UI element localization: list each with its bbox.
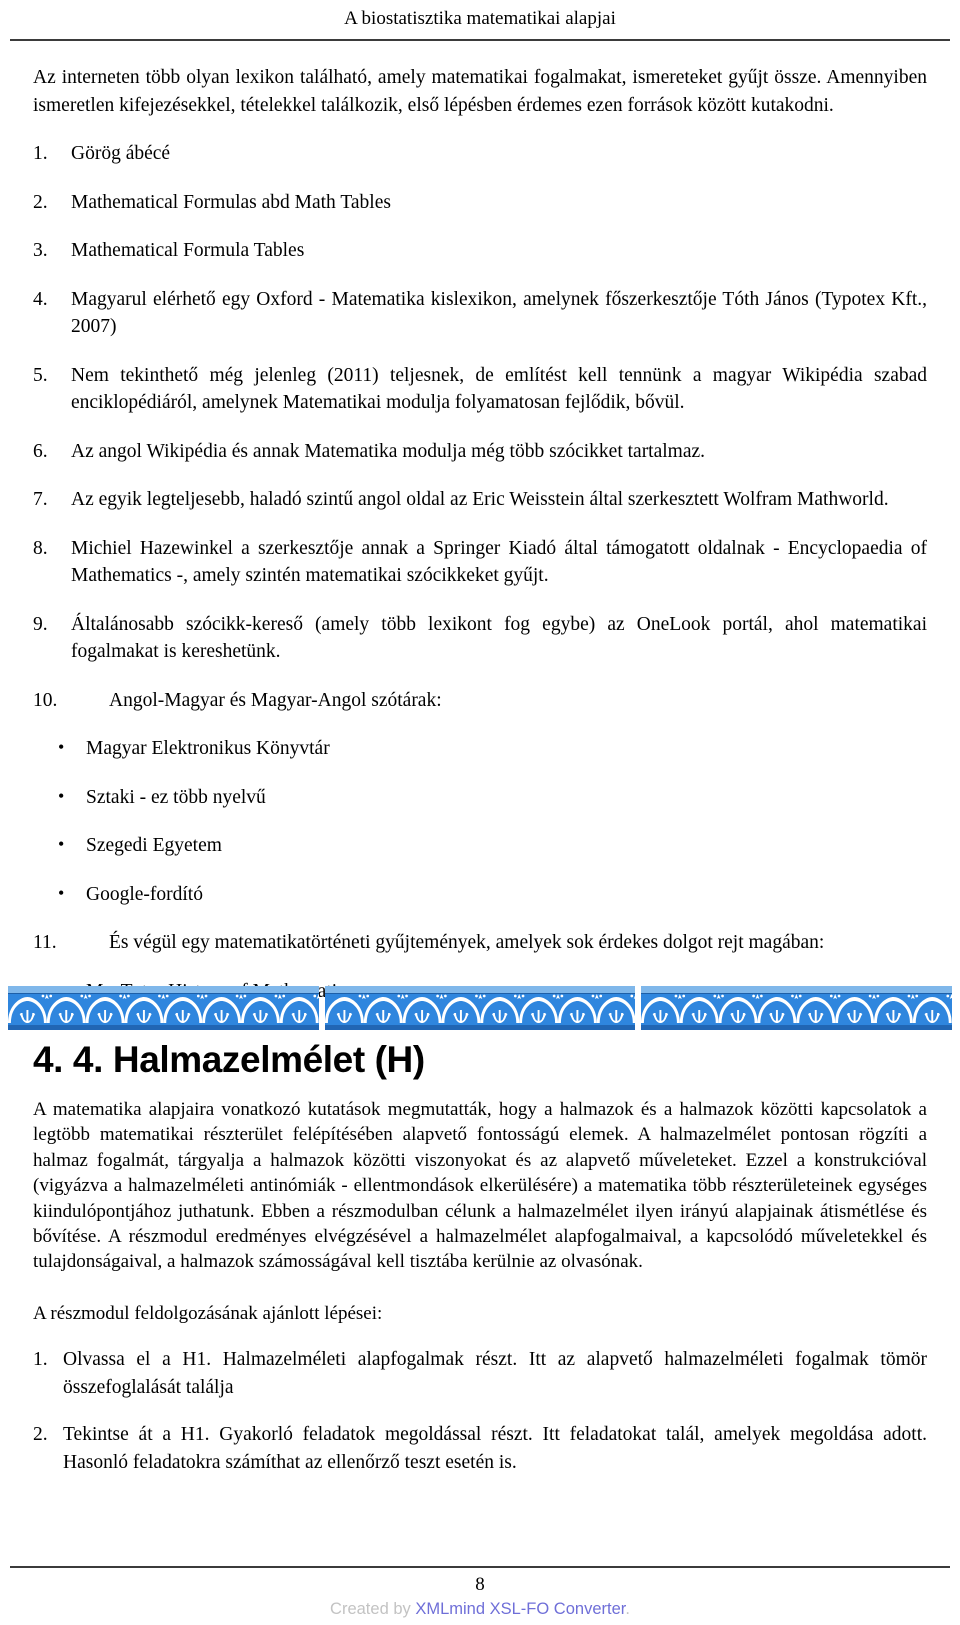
list-item-text: Szegedi Egyetem (86, 835, 222, 856)
list-item: 4. Magyarul elérhető egy Oxford - Matema… (33, 286, 927, 341)
banner-bottom-band (8, 1025, 319, 1030)
list-item-text: Mathematical Formula Tables (71, 240, 305, 261)
list-marker: 5. (33, 364, 48, 386)
intro-paragraph: Az interneten több olyan lexikon találha… (33, 67, 927, 116)
bullet-glyph-icon: • (58, 785, 65, 806)
list-marker: 3. (33, 240, 48, 261)
steps-intro-paragraph: A részmodul feldolgozásának ajánlott lép… (33, 1302, 383, 1324)
attribution-period: . (625, 1600, 630, 1618)
palmette-motif-icon (8, 993, 319, 1025)
list-item: 1. Görög ábécé (33, 140, 927, 168)
list-item-text: Google-fordító (86, 883, 203, 905)
running-header-title: A biostatisztika matematikai alapjai (344, 8, 616, 29)
list-item-text: Magyarul elérhető egy Oxford - Matematik… (71, 288, 927, 338)
list-marker: 4. (33, 288, 48, 310)
page-content-lower: A matematika alapjaira vonatkozó kutatás… (33, 1097, 927, 1476)
history-list: 11. És végül egy matematikatörténeti gyű… (33, 929, 927, 957)
list-item-text: Magyar Elektronikus Könyvtár (86, 738, 330, 759)
list-marker: 10. (33, 689, 58, 711)
list-marker: 8. (33, 537, 48, 559)
banner-segment (324, 986, 636, 1030)
list-item: 2. Mathematical Formulas abd Math Tables (33, 189, 927, 217)
list-marker: 1. (33, 143, 48, 164)
list-item-text: Általánosabb szócikk-kereső (amely több … (71, 613, 927, 663)
list-marker: 6. (33, 440, 48, 462)
dictionary-bullet-list: • Magyar Elektronikus Könyvtár • Sztaki … (33, 735, 927, 908)
decorative-banner (8, 986, 953, 1030)
list-item-text: Nem tekinthető még jelenleg (2011) telje… (71, 364, 927, 414)
list-marker: 1. (33, 1349, 48, 1371)
list-marker: 9. (33, 613, 48, 635)
banner-bottom-band (324, 1025, 636, 1030)
steps-list: 1. Olvassa el a H1. Halmazelméleti alapf… (33, 1346, 927, 1476)
list-item-dictionaries: 10. Angol-Magyar és Magyar-Angol szótára… (33, 687, 927, 715)
list-item-text: Olvassa el a H1. Halmazelméleti alapfoga… (63, 1349, 927, 1398)
bullet-glyph-icon: • (58, 737, 65, 757)
header-divider-rule (10, 39, 950, 41)
list-item: • Szegedi Egyetem (56, 832, 927, 860)
list-item-text: Sztaki - ez több nyelvű (86, 786, 266, 808)
list-item: • Sztaki - ez több nyelvű (56, 784, 927, 812)
list-item: 8. Michiel Hazewinkel a szerkesztője ann… (33, 535, 927, 590)
list-item-text: Az egyik legteljesebb, haladó szintű ang… (71, 489, 889, 510)
page-number: 8 (475, 1574, 485, 1595)
resource-list: 1. Görög ábécé 2. Mathematical Formulas … (33, 140, 927, 714)
banner-segment (641, 986, 953, 1030)
list-item-text: Angol-Magyar és Magyar-Angol szótárak: (109, 689, 442, 711)
list-marker: 2. (33, 1424, 48, 1446)
section-heading: 4. 4. Halmazelmélet (H) (33, 1039, 425, 1080)
list-item: 9. Általánosabb szócikk-kereső (amely tö… (33, 611, 927, 666)
list-item-text: És végül egy matematikatörténeti gyűjtem… (109, 932, 825, 953)
list-item: 7. Az egyik legteljesebb, haladó szintű … (33, 486, 927, 514)
banner-bottom-band (641, 1025, 953, 1030)
list-item: • Magyar Elektronikus Könyvtár (56, 735, 927, 763)
section-paragraph: A matematika alapjaira vonatkozó kutatás… (33, 1099, 927, 1273)
list-marker: 11. (33, 932, 57, 953)
palmette-motif-icon (641, 993, 953, 1025)
palmette-motif-icon (324, 993, 636, 1025)
document-page: A biostatisztika matematikai alapjai Az … (0, 0, 960, 1625)
bullet-glyph-icon: • (58, 882, 65, 903)
banner-segment (8, 986, 319, 1030)
footer-divider-rule (10, 1566, 950, 1568)
bullet-glyph-icon: • (58, 834, 65, 854)
list-item-text: Michiel Hazewinkel a szerkesztője annak … (71, 537, 927, 587)
list-item: 5. Nem tekinthető még jelenleg (2011) te… (33, 362, 927, 417)
list-item-history: 11. És végül egy matematikatörténeti gyű… (33, 929, 927, 957)
list-item: • Google-fordító (56, 881, 927, 909)
list-item-text: Mathematical Formulas abd Math Tables (71, 191, 391, 213)
list-item: 6. Az angol Wikipédia és annak Matematik… (33, 438, 927, 466)
list-marker: 2. (33, 191, 48, 213)
list-item-text: Az angol Wikipédia és annak Matematika m… (71, 440, 706, 462)
list-item: 2. Tekintse át a H1. Gyakorló feladatok … (33, 1421, 927, 1476)
attribution-prefix: Created by (330, 1600, 416, 1618)
list-item: 1. Olvassa el a H1. Halmazelméleti alapf… (33, 1346, 927, 1401)
list-item-text: Tekintse át a H1. Gyakorló feladatok meg… (63, 1424, 927, 1473)
attribution-brand-link[interactable]: XMLmind XSL-FO Converter (415, 1600, 625, 1618)
page-content-upper: Az interneten több olyan lexikon találha… (33, 64, 927, 1005)
converter-attribution: Created by XMLmind XSL-FO Converter. (0, 1598, 960, 1620)
list-item: 3. Mathematical Formula Tables (33, 237, 927, 265)
list-marker: 7. (33, 489, 48, 510)
list-item-text: Görög ábécé (71, 143, 171, 164)
